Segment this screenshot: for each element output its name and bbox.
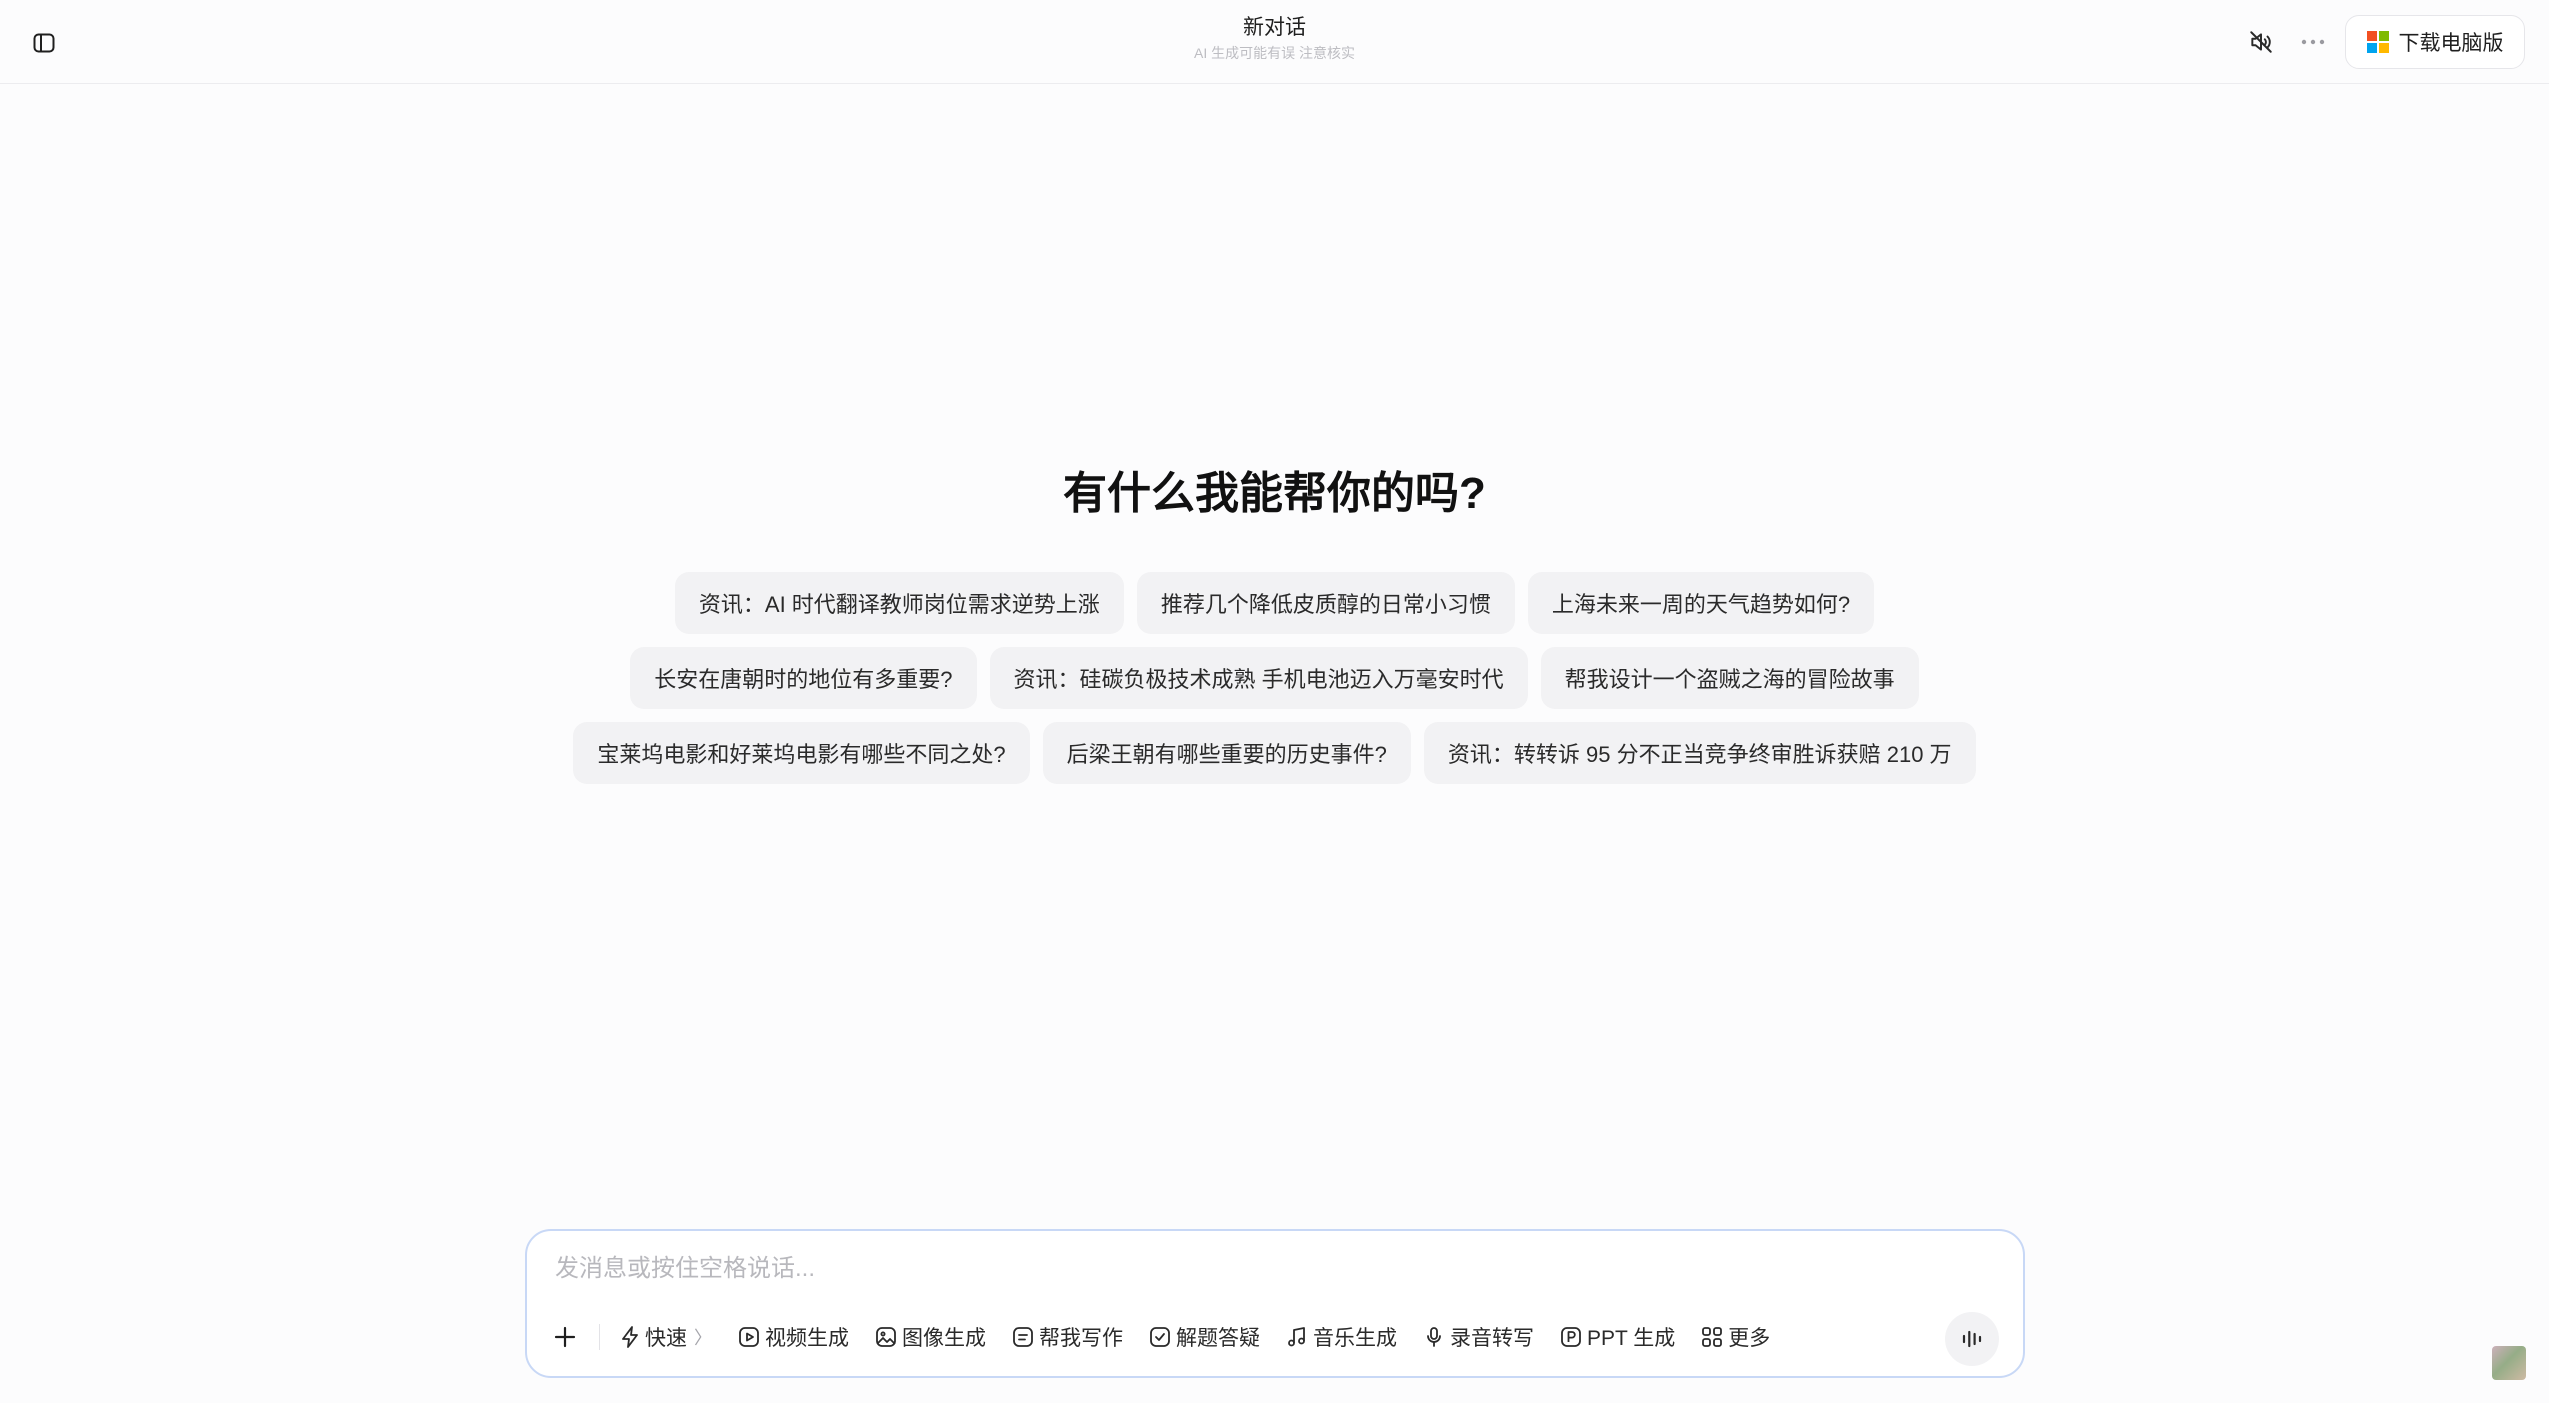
image-generation-label: 图像生成 — [902, 1327, 986, 1350]
composer-toolbar: 快速 〉 视频生成 图像生成 帮我写作 解题答疑 音乐生成 录音转写 PPT 生… — [545, 1315, 1790, 1359]
microphone-icon — [1427, 1327, 1441, 1347]
suggestion-chip[interactable]: 资讯：AI 时代翻译教师岗位需求逆势上涨 — [674, 572, 1124, 634]
music-generation-label: 音乐生成 — [1313, 1327, 1397, 1350]
ppt-icon — [1561, 1327, 1581, 1347]
suggestion-chip[interactable]: 宝莱坞电影和好莱坞电影有哪些不同之处? — [573, 722, 1030, 784]
ppt-generation-button[interactable]: PPT 生成 — [1554, 1317, 1681, 1357]
sound-wave-icon — [1962, 1330, 1982, 1348]
windows-logo-icon — [2366, 31, 2389, 53]
suggestion-chip[interactable]: 资讯：硅碳负极技术成熟 手机电池迈入万毫安时代 — [989, 647, 1528, 709]
speaker-muted-icon[interactable] — [2244, 25, 2278, 59]
title-area: 新对话 AI 生成可能有误 注意核实 — [0, 14, 2549, 63]
recording-transcribe-button[interactable]: 录音转写 — [1417, 1317, 1540, 1357]
image-generation-button[interactable]: 图像生成 — [869, 1317, 992, 1357]
suggestion-chip[interactable]: 资讯：转转诉 95 分不正当竞争终审胜诉获赔 210 万 — [1423, 722, 1976, 784]
music-note-icon — [1288, 1327, 1305, 1347]
ppt-generation-label: PPT 生成 — [1587, 1327, 1676, 1350]
grid-icon — [1702, 1327, 1723, 1347]
download-label: 下载电脑版 — [2398, 32, 2504, 55]
suggestion-chip[interactable]: 长安在唐朝时的地位有多重要? — [630, 647, 977, 709]
toolbar-divider — [599, 1324, 600, 1350]
suggestion-chip[interactable]: 上海未来一周的天气趋势如何? — [1527, 572, 1875, 634]
fast-mode-button[interactable]: 快速 〉 — [614, 1317, 718, 1357]
voice-input-button[interactable] — [1945, 1312, 1999, 1366]
video-generation-button[interactable]: 视频生成 — [732, 1317, 855, 1357]
suggestion-row: 宝莱坞电影和好莱坞电影有哪些不同之处? 后梁王朝有哪些重要的历史事件? 资讯：转… — [0, 722, 2549, 784]
chevron-right-icon: 〉 — [694, 1328, 712, 1348]
writing-assistant-button[interactable]: 帮我写作 — [1006, 1317, 1129, 1357]
problem-solving-button[interactable]: 解题答疑 — [1143, 1317, 1266, 1357]
top-bar: 新对话 AI 生成可能有误 注意核实 下载电脑版 — [0, 0, 2549, 84]
suggestion-list: 资讯：AI 时代翻译教师岗位需求逆势上涨 推荐几个降低皮质醇的日常小习惯 上海未… — [0, 572, 2549, 797]
suggestion-chip[interactable]: 帮我设计一个盗贼之海的冒险故事 — [1540, 647, 1919, 709]
recording-transcribe-label: 录音转写 — [1450, 1327, 1534, 1350]
download-desktop-button[interactable]: 下载电脑版 — [2345, 15, 2525, 69]
message-input[interactable] — [553, 1249, 1993, 1289]
message-composer: 快速 〉 视频生成 图像生成 帮我写作 — [525, 1229, 2025, 1378]
more-tools-button[interactable]: 更多 — [1695, 1317, 1776, 1357]
check-box-icon — [1150, 1327, 1170, 1347]
welcome-heading: 有什么我能帮你的吗? — [1063, 469, 1486, 518]
attach-plus-icon[interactable] — [545, 1317, 585, 1357]
image-icon — [876, 1327, 896, 1347]
problem-solving-label: 解题答疑 — [1176, 1327, 1260, 1350]
music-generation-button[interactable]: 音乐生成 — [1280, 1317, 1403, 1357]
video-generation-label: 视频生成 — [765, 1327, 849, 1350]
writing-assistant-label: 帮我写作 — [1039, 1327, 1123, 1350]
suggestion-chip[interactable]: 后梁王朝有哪些重要的历史事件? — [1042, 722, 1411, 784]
document-icon — [1013, 1327, 1033, 1347]
thumbnail-image — [2492, 1346, 2526, 1380]
suggestion-row: 资讯：AI 时代翻译教师岗位需求逆势上涨 推荐几个降低皮质醇的日常小习惯 上海未… — [0, 572, 2549, 634]
more-dots-icon[interactable] — [2296, 25, 2330, 59]
video-play-icon — [739, 1327, 759, 1347]
suggestion-row: 长安在唐朝时的地位有多重要? 资讯：硅碳负极技术成熟 手机电池迈入万毫安时代 帮… — [0, 647, 2549, 709]
page-title: 新对话 — [1243, 16, 1306, 39]
more-tools-label: 更多 — [1728, 1327, 1771, 1350]
lightning-icon — [622, 1326, 638, 1348]
ai-disclaimer: AI 生成可能有误 注意核实 — [1193, 45, 1355, 61]
fast-mode-label: 快速 — [645, 1327, 687, 1350]
suggestion-chip[interactable]: 推荐几个降低皮质醇的日常小习惯 — [1136, 572, 1515, 634]
